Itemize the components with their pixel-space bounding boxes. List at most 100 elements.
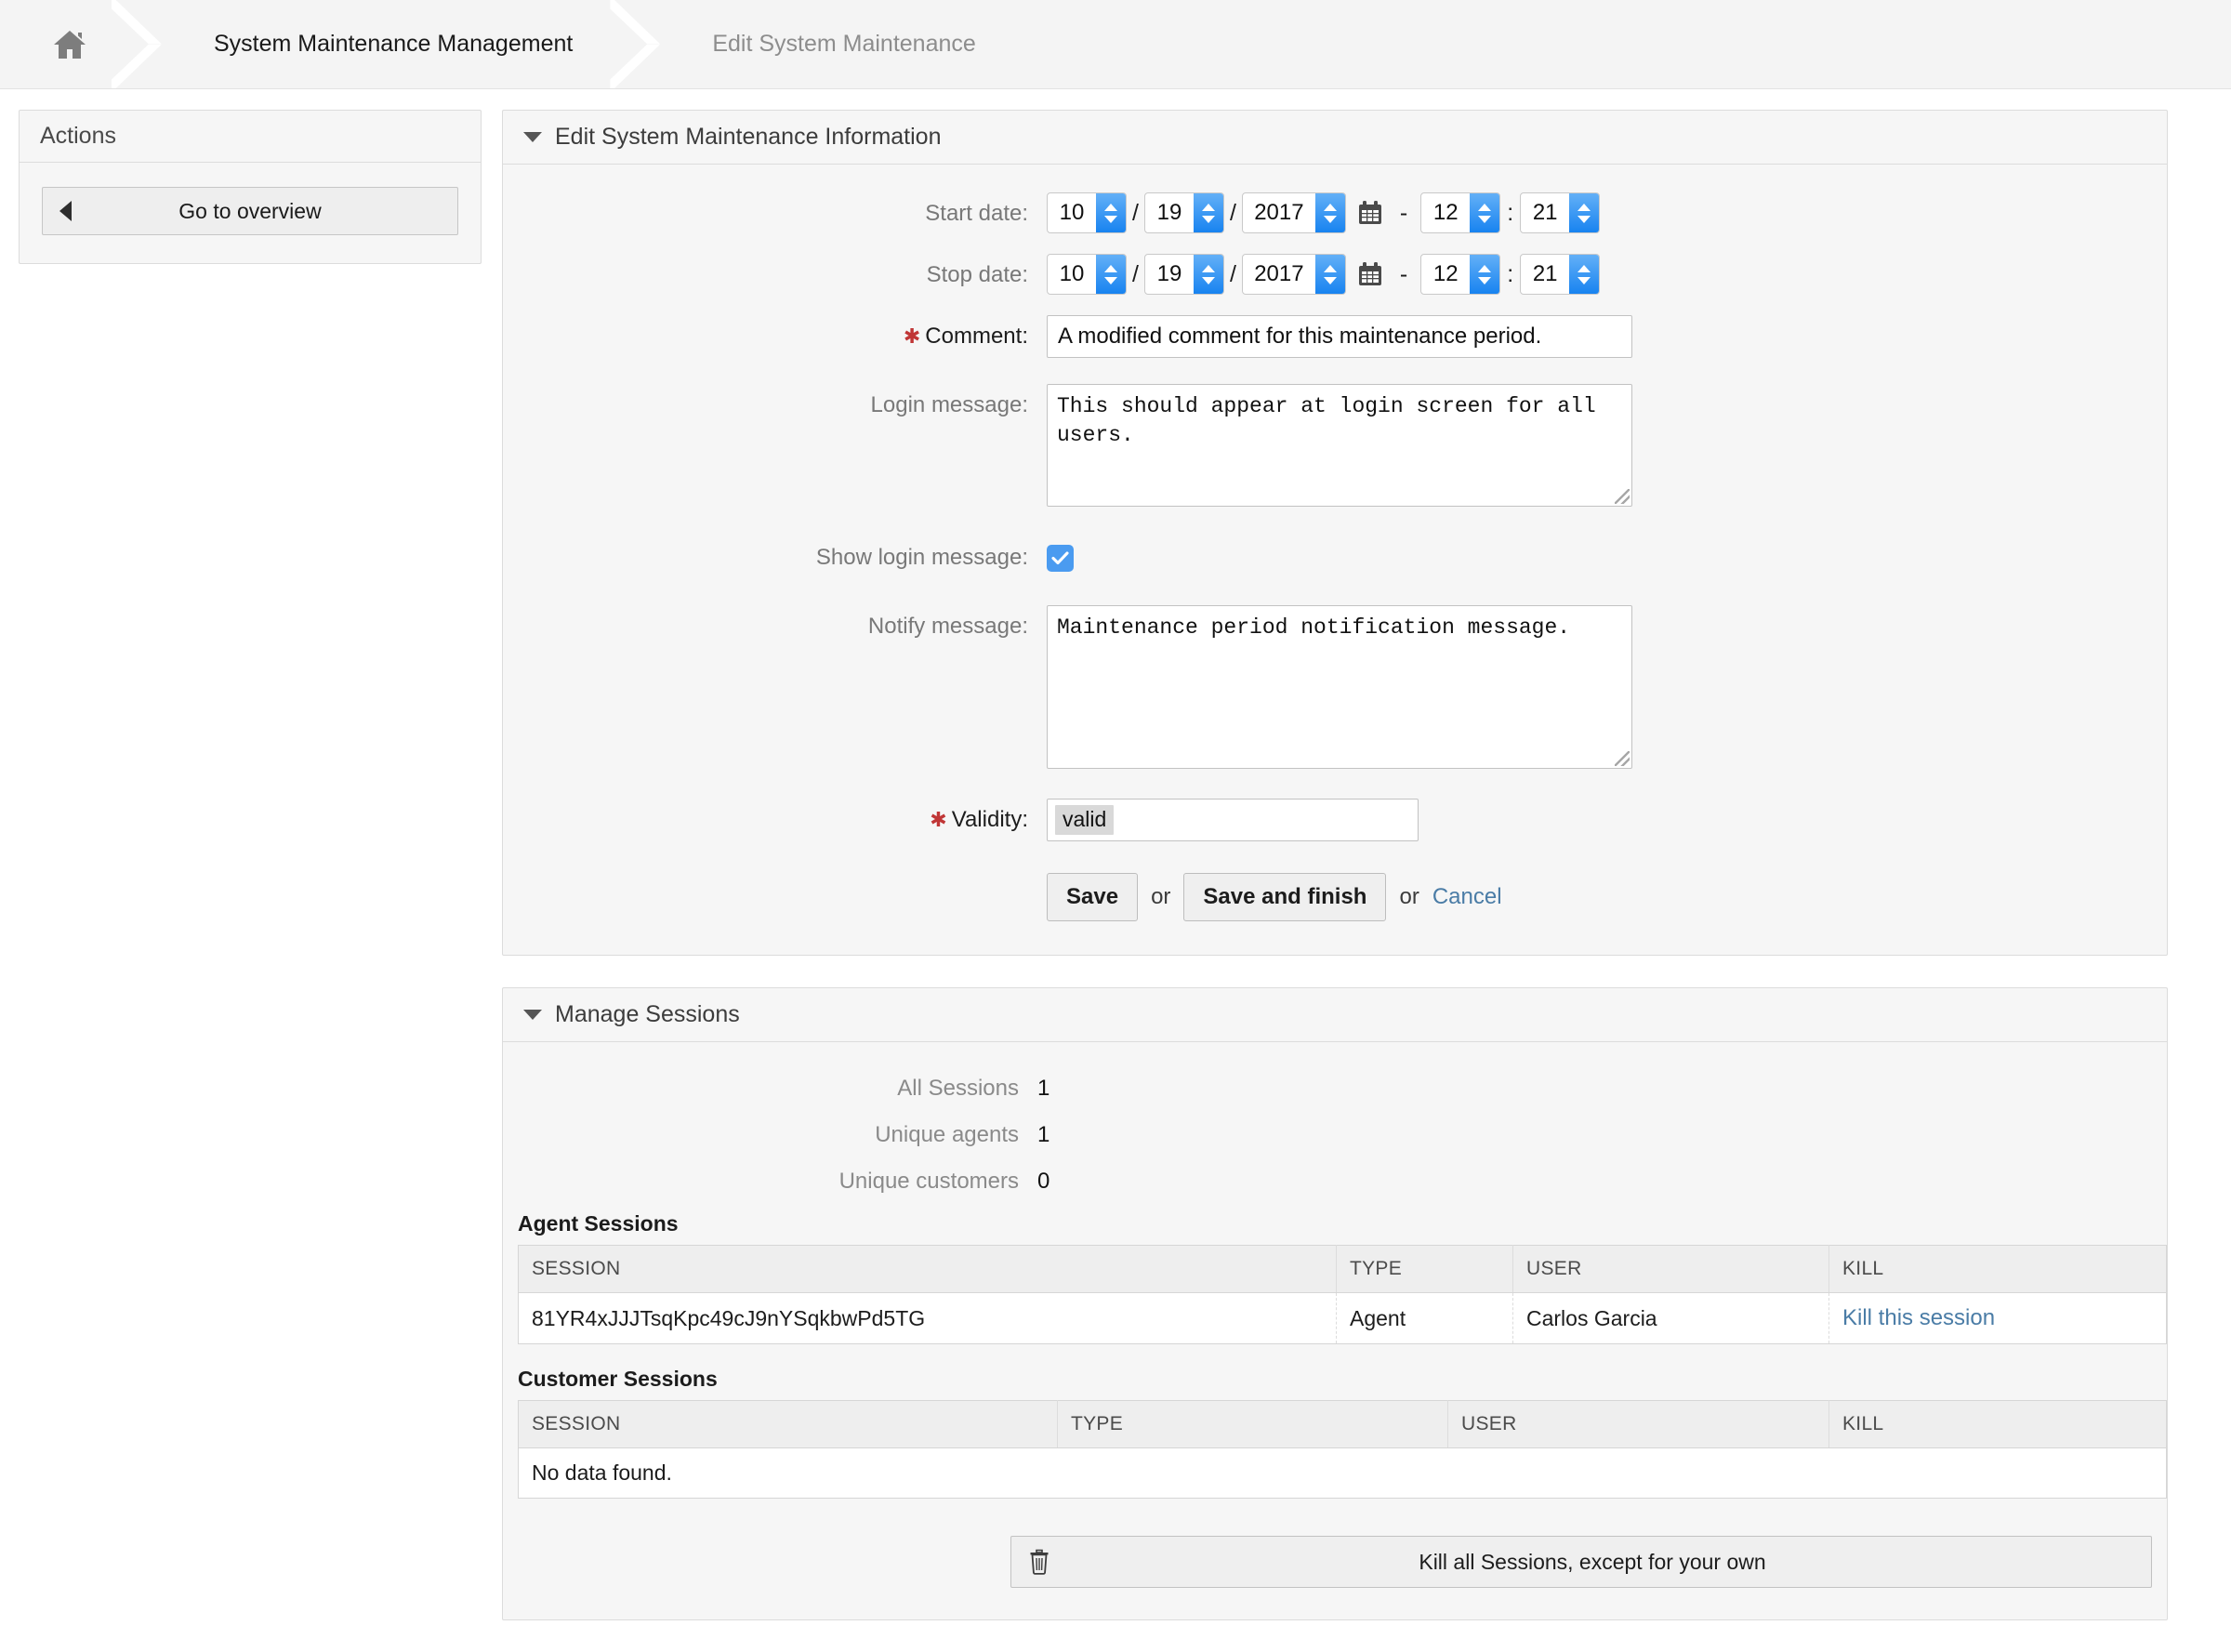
- cell-kill: Kill this session: [1829, 1293, 2167, 1344]
- start-date-year-input[interactable]: [1243, 193, 1315, 232]
- stop-date-day-input[interactable]: [1145, 255, 1194, 294]
- breadcrumb-label: System Maintenance Management: [214, 31, 573, 58]
- start-date-day-arrows[interactable]: [1194, 193, 1223, 232]
- start-date-month-arrows[interactable]: [1096, 193, 1126, 232]
- caret-down-icon[interactable]: [523, 1010, 542, 1020]
- start-date-minute-spinner[interactable]: [1520, 192, 1600, 233]
- save-button[interactable]: Save: [1047, 873, 1138, 921]
- comment-input[interactable]: [1047, 315, 1632, 358]
- start-date-calendar-icon[interactable]: [1357, 192, 1383, 233]
- breadcrumb-label: Edit System Maintenance: [712, 31, 975, 58]
- table-header-row: SESSION TYPE USER KILL: [519, 1246, 2167, 1293]
- start-date-time-sep: :: [1500, 192, 1520, 233]
- manage-sessions-section: Manage Sessions All Sessions 1 Unique ag…: [502, 987, 2168, 1620]
- validity-label-wrap: ✱ Validity:: [503, 799, 1047, 841]
- show-login-message-checkbox[interactable]: [1047, 545, 1074, 572]
- stop-date-hour-spinner[interactable]: [1420, 254, 1500, 295]
- form-buttons: Save or Save and finish or Cancel: [1047, 873, 1502, 921]
- breadcrumb-item-edit-system-maintenance: Edit System Maintenance: [660, 0, 1012, 89]
- stop-date-month-spinner[interactable]: [1047, 254, 1127, 295]
- start-date-minute-arrows[interactable]: [1569, 193, 1599, 232]
- manage-sessions-body: All Sessions 1 Unique agents 1 Unique cu…: [503, 1042, 2167, 1619]
- start-date-hour-spinner[interactable]: [1420, 192, 1500, 233]
- validity-select[interactable]: valid: [1047, 799, 1419, 841]
- notify-message-row: Notify message: Maintenance period notif…: [503, 605, 2167, 769]
- stop-date-minute-spinner[interactable]: [1520, 254, 1600, 295]
- edit-maintenance-form: Start date: / /: [503, 165, 2167, 955]
- stat-all-sessions: All Sessions 1: [503, 1076, 2167, 1102]
- go-to-overview-button[interactable]: Go to overview: [42, 187, 458, 235]
- go-to-overview-label: Go to overview: [72, 199, 441, 224]
- main-content: Edit System Maintenance Information Star…: [502, 110, 2231, 1652]
- start-date-row: Start date: / /: [503, 192, 2167, 235]
- stop-date-year-input[interactable]: [1243, 255, 1315, 294]
- kill-all-sessions-label: Kill all Sessions, except for your own: [1050, 1550, 2134, 1575]
- table-row-empty: No data found.: [519, 1448, 2167, 1499]
- edit-maintenance-title: Edit System Maintenance Information: [555, 124, 941, 151]
- breadcrumb-item-system-maintenance-management[interactable]: System Maintenance Management: [162, 0, 610, 89]
- start-date-month-input[interactable]: [1048, 193, 1096, 232]
- column-header-user: USER: [1448, 1401, 1829, 1448]
- breadcrumb-home[interactable]: [0, 0, 112, 89]
- stop-date-calendar-icon[interactable]: [1357, 254, 1383, 295]
- stop-date-day-spinner[interactable]: [1144, 254, 1224, 295]
- save-and-finish-button[interactable]: Save and finish: [1183, 873, 1386, 921]
- agent-sessions-title: Agent Sessions: [518, 1211, 2167, 1236]
- kill-all-wrap: Kill all Sessions, except for your own: [503, 1536, 2167, 1588]
- column-header-session: SESSION: [519, 1246, 1337, 1293]
- trash-icon: [1028, 1549, 1050, 1575]
- stat-label: All Sessions: [503, 1076, 1037, 1102]
- edit-maintenance-header[interactable]: Edit System Maintenance Information: [503, 111, 2167, 165]
- start-date-dash: -: [1387, 192, 1420, 233]
- manage-sessions-header[interactable]: Manage Sessions: [503, 988, 2167, 1042]
- stop-date-minute-input[interactable]: [1521, 255, 1569, 294]
- stat-value: 1: [1037, 1122, 1049, 1148]
- stop-date-time-sep: :: [1500, 254, 1520, 295]
- notify-message-label: Notify message:: [503, 605, 1047, 648]
- stop-date-label: Stop date:: [503, 254, 1047, 297]
- agent-sessions-table: SESSION TYPE USER KILL 81YR4xJJJTsqKpc49…: [518, 1245, 2167, 1344]
- stop-date-month-input[interactable]: [1048, 255, 1096, 294]
- triangle-left-icon: [59, 201, 72, 221]
- login-message-textarea[interactable]: This should appear at login screen for a…: [1047, 384, 1632, 507]
- table-header-row: SESSION TYPE USER KILL: [519, 1401, 2167, 1448]
- stop-date-minute-arrows[interactable]: [1569, 255, 1599, 294]
- comment-label: Comment:: [925, 324, 1028, 349]
- start-date-hour-input[interactable]: [1421, 193, 1470, 232]
- stop-date-month-arrows[interactable]: [1096, 255, 1126, 294]
- cancel-link[interactable]: Cancel: [1432, 884, 1502, 910]
- stop-date-dash: -: [1387, 254, 1420, 295]
- customer-sessions-table: SESSION TYPE USER KILL No data found.: [518, 1400, 2167, 1499]
- validity-label: Validity:: [952, 807, 1028, 832]
- stop-date-hour-arrows[interactable]: [1470, 255, 1499, 294]
- start-date-day-spinner[interactable]: [1144, 192, 1224, 233]
- start-date-day-input[interactable]: [1145, 193, 1194, 232]
- show-login-message-label: Show login message:: [503, 536, 1047, 579]
- start-date-sep-2: /: [1224, 192, 1242, 233]
- table-row: 81YR4xJJJTsqKpc49cJ9nYSqkbwPd5TG Agent C…: [519, 1293, 2167, 1344]
- start-date-minute-input[interactable]: [1521, 193, 1569, 232]
- stop-date-hour-input[interactable]: [1421, 255, 1470, 294]
- start-date-hour-arrows[interactable]: [1470, 193, 1499, 232]
- stop-date-year-arrows[interactable]: [1315, 255, 1345, 294]
- caret-down-icon[interactable]: [523, 132, 542, 142]
- validity-row: ✱ Validity: valid: [503, 799, 2167, 841]
- start-date-month-spinner[interactable]: [1047, 192, 1127, 233]
- kill-this-session-link[interactable]: Kill this session: [1842, 1305, 1995, 1330]
- stat-label: Unique agents: [503, 1122, 1037, 1148]
- validity-selected-option: valid: [1055, 805, 1114, 835]
- login-message-row: Login message: This should appear at log…: [503, 384, 2167, 507]
- stop-date-day-arrows[interactable]: [1194, 255, 1223, 294]
- kill-all-sessions-button[interactable]: Kill all Sessions, except for your own: [1010, 1536, 2152, 1588]
- customer-sessions-title: Customer Sessions: [518, 1367, 2167, 1392]
- stop-date-year-spinner[interactable]: [1242, 254, 1346, 295]
- comment-label-wrap: ✱Comment:: [503, 315, 1047, 358]
- required-star-icon: ✱: [930, 808, 946, 831]
- start-date-year-spinner[interactable]: [1242, 192, 1346, 233]
- start-date-year-arrows[interactable]: [1315, 193, 1345, 232]
- or-text-2: or: [1386, 884, 1432, 910]
- stat-value: 0: [1037, 1169, 1049, 1195]
- notify-message-textarea[interactable]: Maintenance period notification message.: [1047, 605, 1632, 769]
- cell-session: 81YR4xJJJTsqKpc49cJ9nYSqkbwPd5TG: [519, 1293, 1337, 1344]
- stop-date-sep-1: /: [1127, 254, 1144, 295]
